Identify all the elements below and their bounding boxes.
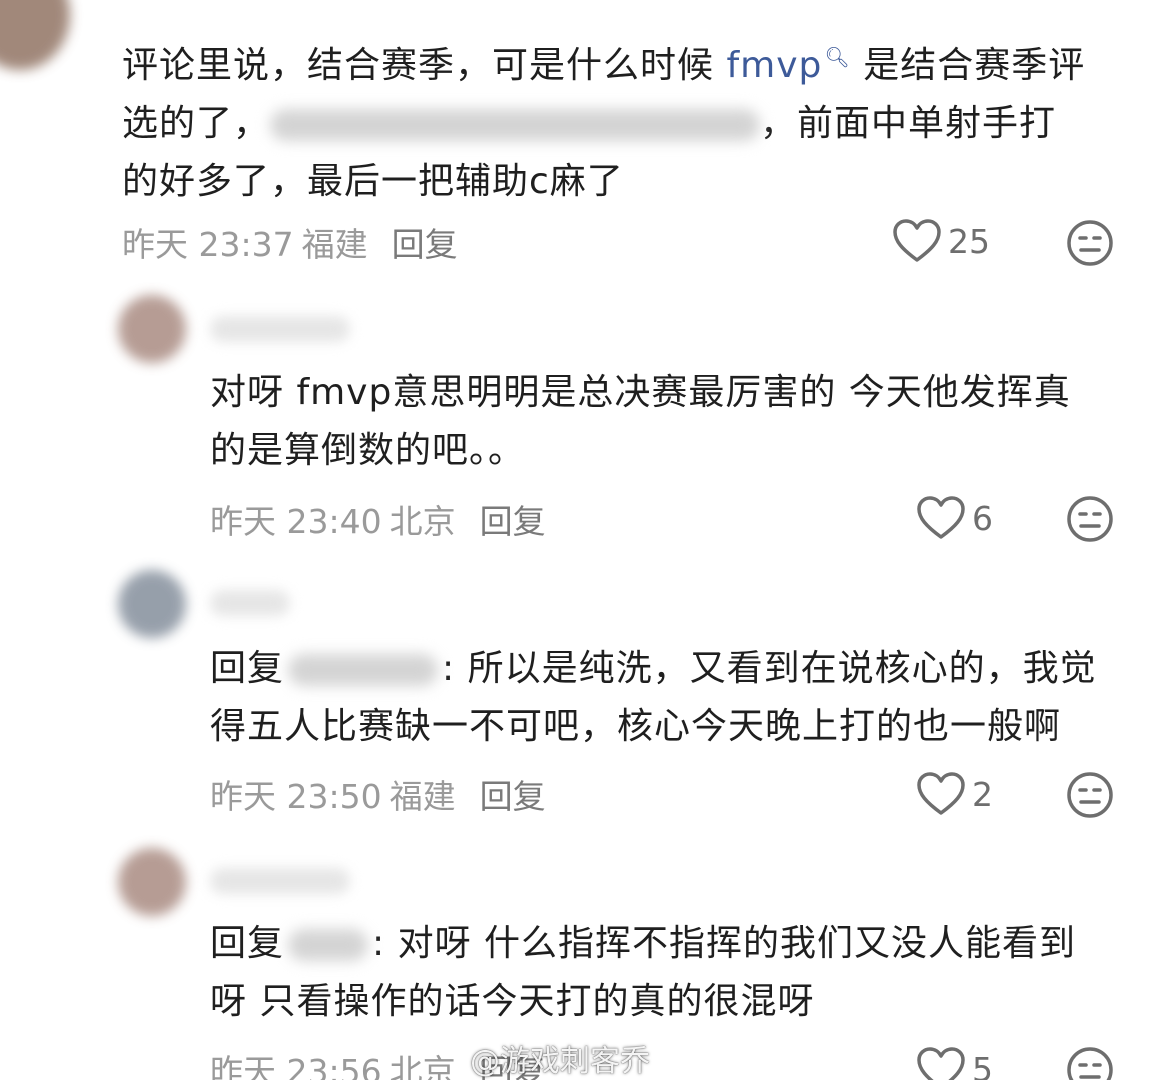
avatar[interactable] (118, 848, 186, 916)
comment-text-segment: 选的了， (122, 103, 271, 144)
comment-body: 回复 : 所以是纯洗，又看到在说核心的，我觉 得五人比赛缺一不可吧，核心今天晚上打… (210, 640, 1130, 756)
comment-location: 福建 (389, 777, 456, 816)
redacted-text (270, 109, 761, 141)
like-button[interactable]: 5 (916, 1046, 993, 1080)
heart-outline-icon (917, 772, 965, 815)
comment-line: 得五人比赛缺一不可吧，核心今天晚上打的也一般啊 (210, 706, 1062, 747)
comment-meta: 昨天 23:37 福建 回复 (122, 218, 458, 266)
comment-text-segment: : 所以是纯洗，又看到在说核心的，我觉 (442, 648, 1097, 689)
comment-text-segment: ，前面中单射手打 (760, 103, 1057, 144)
comment-line: 选的了， ，前面中单射手打 (122, 95, 1122, 153)
username-redacted (210, 316, 350, 342)
comment-location: 福建 (301, 225, 368, 264)
like-button[interactable]: 25 (892, 218, 990, 264)
comment-thread: 评论里说，结合赛季，可是什么时候 fmvp 🔍︎ 是结合赛季评 选的了， ，前面中单… (0, 0, 1158, 1080)
avatar[interactable] (118, 295, 186, 363)
comment-body: 对呀 fmvp意思明明是总决赛最厉害的 今天他发挥真 的是算倒数的吧。。 (210, 364, 1130, 480)
reply-prefix: 回复 (210, 923, 285, 964)
like-count: 6 (972, 498, 993, 538)
reply-button[interactable]: 回复 (480, 502, 546, 541)
redacted-username (288, 654, 439, 686)
neutral-face-icon[interactable] (1066, 771, 1114, 819)
reply-button[interactable]: 回复 (480, 777, 546, 816)
neutral-face-icon[interactable] (1066, 1046, 1114, 1080)
like-button[interactable]: 2 (916, 771, 993, 817)
comment-body: 回复 : 对呀 什么指挥不指挥的我们又没人能看到 呀 只看操作的话今天打的真的很混… (210, 915, 1130, 1031)
comment-line: 的是算倒数的吧。。 (210, 430, 526, 471)
comment-line: 对呀 fmvp意思明明是总决赛最厉害的 今天他发挥真 (210, 372, 1071, 413)
heart-outline-icon (893, 219, 941, 262)
avatar[interactable] (0, 0, 70, 70)
avatar[interactable] (118, 570, 186, 638)
like-count: 5 (972, 1049, 993, 1080)
heart-outline-icon (917, 496, 965, 539)
comment-time: 昨天 23:56 (210, 1052, 382, 1080)
reply-button[interactable]: 回复 (392, 225, 458, 264)
comment-text-segment: 的好多了，最后一把辅助c麻了 (122, 161, 624, 202)
comment-time: 昨天 23:40 (210, 502, 382, 541)
comment-time: 昨天 23:50 (210, 777, 382, 816)
comment-location: 北京 (389, 1052, 456, 1080)
comment-line: 呀 只看操作的话今天打的真的很混呀 (210, 981, 815, 1022)
reply-prefix: 回复 (210, 648, 285, 689)
like-count: 2 (972, 774, 993, 814)
like-button[interactable]: 6 (916, 495, 993, 541)
heart-outline-icon (917, 1047, 965, 1080)
watermark: @游戏刺客乔 (470, 1044, 650, 1079)
neutral-face-icon[interactable] (1066, 495, 1114, 543)
comment-text-segment: 评论里说，结合赛季，可是什么时候 (122, 45, 727, 86)
comment-line: 回复 : 对呀 什么指挥不指挥的我们又没人能看到 (210, 915, 1130, 973)
like-count: 25 (948, 221, 990, 261)
comment-meta: 昨天 23:50 福建 回复 (210, 770, 546, 818)
fmvp-link[interactable]: fmvp (726, 45, 822, 86)
comment-line: 回复 : 所以是纯洗，又看到在说核心的，我觉 (210, 640, 1130, 698)
username-redacted (210, 868, 350, 894)
comment-body: 评论里说，结合赛季，可是什么时候 fmvp 🔍︎ 是结合赛季评 选的了， ，前面中单… (122, 28, 1122, 211)
username-redacted (210, 590, 290, 616)
comment-location: 北京 (389, 502, 456, 541)
comment-line: 的好多了，最后一把辅助c麻了 (122, 153, 1122, 211)
comment-time: 昨天 23:37 (122, 225, 294, 264)
comment-text-segment: 是结合赛季评 (850, 45, 1086, 86)
comment-meta: 昨天 23:40 北京 回复 (210, 495, 546, 543)
comment-line: 评论里说，结合赛季，可是什么时候 fmvp 🔍︎ 是结合赛季评 (122, 28, 1122, 95)
redacted-username (288, 929, 369, 961)
comment-text-segment: : 对呀 什么指挥不指挥的我们又没人能看到 (372, 923, 1077, 964)
neutral-face-icon[interactable] (1066, 219, 1114, 267)
search-icon: 🔍︎ (824, 45, 851, 69)
